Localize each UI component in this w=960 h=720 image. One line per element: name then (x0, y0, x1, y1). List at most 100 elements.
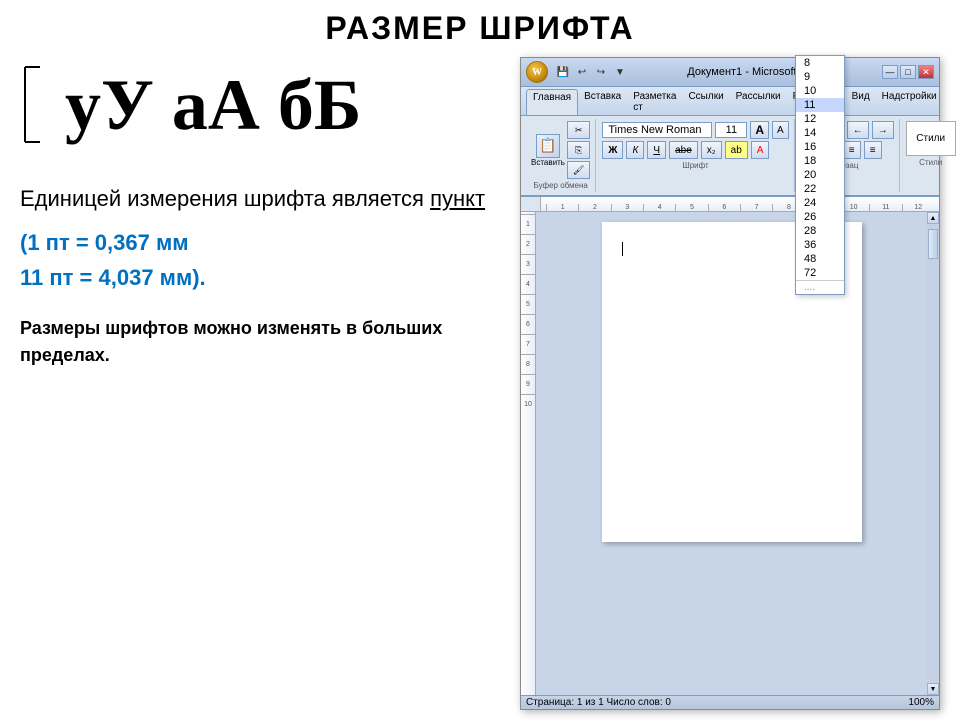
fsd-item-48[interactable]: 48 (796, 252, 844, 266)
fsd-item-26[interactable]: 26 (796, 212, 844, 224)
ruler-area: 1 2 3 4 5 6 7 8 9 10 11 12 (521, 197, 939, 212)
clipboard-label: Буфер обмена (534, 181, 588, 190)
redo-qa-btn[interactable]: ↪ (593, 64, 609, 80)
main-text-part1: Единицей измерения шрифта является (20, 186, 424, 211)
highlight-button[interactable]: ab (725, 141, 748, 159)
fsd-item-36[interactable]: 36 (796, 238, 844, 252)
vertical-ruler: 1 2 3 4 5 6 7 8 9 10 (521, 212, 536, 695)
grow-font-button[interactable]: A (750, 121, 769, 139)
main-text-underline: пункт (430, 186, 485, 211)
ribbon-groups: 📋 Вставить ✂ ⎘ 🖌 Буфер обмена (526, 119, 934, 192)
highlight-line2: 11 пт = 4,037 мм). (20, 260, 500, 295)
tab-layout[interactable]: Разметка ст (627, 89, 682, 115)
font-name-input[interactable] (602, 122, 712, 138)
note-text: Размеры шрифтов можно изменять в больших… (20, 315, 500, 369)
ruler-tick-4: 4 (521, 274, 535, 294)
more-qa-btn[interactable]: ▼ (612, 64, 628, 80)
fsd-separator: .... (796, 280, 844, 294)
vertical-scrollbar: ▲ ▼ (927, 212, 939, 695)
ruler-corner (521, 197, 541, 212)
ruler-tick-8: 8 (521, 354, 535, 374)
demo-area: уУ аА бБ (20, 62, 500, 147)
justify-button[interactable]: ≡ (864, 141, 882, 159)
status-text: Страница: 1 из 1 Число слов: 0 (526, 697, 671, 708)
content-row: уУ аА бБ Единицей измерения шрифта являе… (20, 57, 940, 710)
font-name-row: A A (602, 121, 788, 139)
tab-addins[interactable]: Надстройки (876, 89, 943, 115)
word-window: W 💾 ↩ ↪ ▼ Документ1 - Microsoft Word — □… (520, 57, 940, 710)
restore-button[interactable]: □ (900, 65, 916, 79)
clipboard-sub: ✂ ⎘ 🖌 (567, 121, 590, 179)
minimize-button[interactable]: — (882, 65, 898, 79)
page-container: РАЗМЕР ШРИФТА уУ аА бБ Единицей измерени… (0, 0, 960, 720)
styles-group: Стили Стили (901, 119, 960, 192)
page-title: РАЗМЕР ШРИФТА (20, 10, 940, 47)
font-group-content: A A Ж К Ч abe x₂ ab A (602, 121, 788, 159)
shrink-font-button[interactable]: A (772, 121, 789, 139)
underline-button[interactable]: Ч (647, 141, 666, 159)
strikethrough-button[interactable]: abe (669, 141, 698, 159)
ruler-tick-7: 7 (521, 334, 535, 354)
quick-access-toolbar: 💾 ↩ ↪ ▼ (552, 64, 631, 80)
ruler-tick-1: 1 (521, 214, 535, 234)
tab-references[interactable]: Ссылки (682, 89, 729, 115)
indent-button[interactable]: → (872, 121, 894, 139)
italic-button[interactable]: К (626, 141, 644, 159)
bracket-icon (20, 62, 50, 147)
clipboard-group: 📋 Вставить ✂ ⎘ 🖌 Буфер обмена (526, 119, 596, 192)
fsd-item-28[interactable]: 28 (796, 224, 844, 238)
scroll-thumb[interactable] (928, 229, 938, 259)
title-bar: W 💾 ↩ ↪ ▼ Документ1 - Microsoft Word — □… (521, 58, 939, 87)
title-bar-left: W 💾 ↩ ↪ ▼ (526, 61, 631, 83)
ruler-tick-9: 9 (521, 374, 535, 394)
demo-text: уУ аА бБ (65, 69, 361, 141)
styles-gallery[interactable]: Стили (906, 121, 956, 156)
font-size-input[interactable] (715, 122, 747, 138)
format-painter-button[interactable]: 🖌 (567, 161, 590, 179)
document-area: 1 2 3 4 5 6 7 8 9 10 (521, 212, 939, 695)
clipboard-group-content: 📋 Вставить ✂ ⎘ 🖌 (531, 121, 590, 179)
bold-button[interactable]: Ж (602, 141, 623, 159)
paste-button[interactable]: 📋 Вставить (531, 134, 565, 167)
font-size-dropdown[interactable]: 8 9 10 11 12 14 16 18 20 22 24 26 28 36 … (795, 212, 845, 295)
save-qa-btn[interactable]: 💾 (555, 64, 571, 80)
ruler-tick-6: 6 (521, 314, 535, 334)
copy-button[interactable]: ⎘ (567, 141, 590, 159)
scroll-up-button[interactable]: ▲ (927, 212, 939, 224)
font-color-button[interactable]: A (751, 141, 770, 159)
fsd-item-72[interactable]: 72 (796, 266, 844, 280)
format-row: Ж К Ч abe x₂ ab A (602, 141, 788, 159)
office-button[interactable]: W (526, 61, 548, 83)
styles-label: Стили (919, 158, 942, 167)
highlight-text: (1 пт = 0,367 мм 11 пт = 4,037 мм). (20, 225, 500, 295)
ribbon-content: 📋 Вставить ✂ ⎘ 🖌 Буфер обмена (521, 116, 939, 197)
text-cursor (622, 242, 623, 256)
tab-home[interactable]: Главная (526, 89, 578, 115)
ruler-tick-5: 5 (521, 294, 535, 314)
close-button[interactable]: ✕ (918, 65, 934, 79)
status-bar: Страница: 1 из 1 Число слов: 0 100% (521, 695, 939, 709)
horizontal-ruler: 1 2 3 4 5 6 7 8 9 10 11 12 (541, 197, 939, 212)
font-label: Шрифт (682, 161, 708, 170)
window-controls: — □ ✕ (882, 65, 934, 79)
ruler-tick-2: 2 (521, 234, 535, 254)
ribbon-tabs: Главная Вставка Разметка ст Ссылки Рассы… (521, 87, 939, 116)
align-right-button[interactable]: ≡ (843, 141, 861, 159)
undo-qa-btn[interactable]: ↩ (574, 64, 590, 80)
paste-label: Вставить (531, 158, 565, 167)
ruler-tick-10: 10 (521, 394, 535, 414)
zoom-level: 100% (908, 697, 934, 708)
tab-insert[interactable]: Вставка (578, 89, 627, 115)
highlight-line1: (1 пт = 0,367 мм (20, 225, 500, 260)
cut-button[interactable]: ✂ (567, 121, 590, 139)
ruler-tick-3: 3 (521, 254, 535, 274)
tab-mailings[interactable]: Рассылки (730, 89, 787, 115)
tab-view[interactable]: Вид (846, 89, 876, 115)
document-page-area (536, 212, 927, 695)
subscript-button[interactable]: x₂ (701, 141, 722, 159)
paste-icon: 📋 (536, 134, 560, 158)
scroll-track[interactable] (927, 224, 939, 683)
left-panel: уУ аА бБ Единицей измерения шрифта являе… (20, 57, 500, 710)
scroll-down-button[interactable]: ▼ (927, 683, 939, 695)
outdent-button[interactable]: ← (847, 121, 869, 139)
